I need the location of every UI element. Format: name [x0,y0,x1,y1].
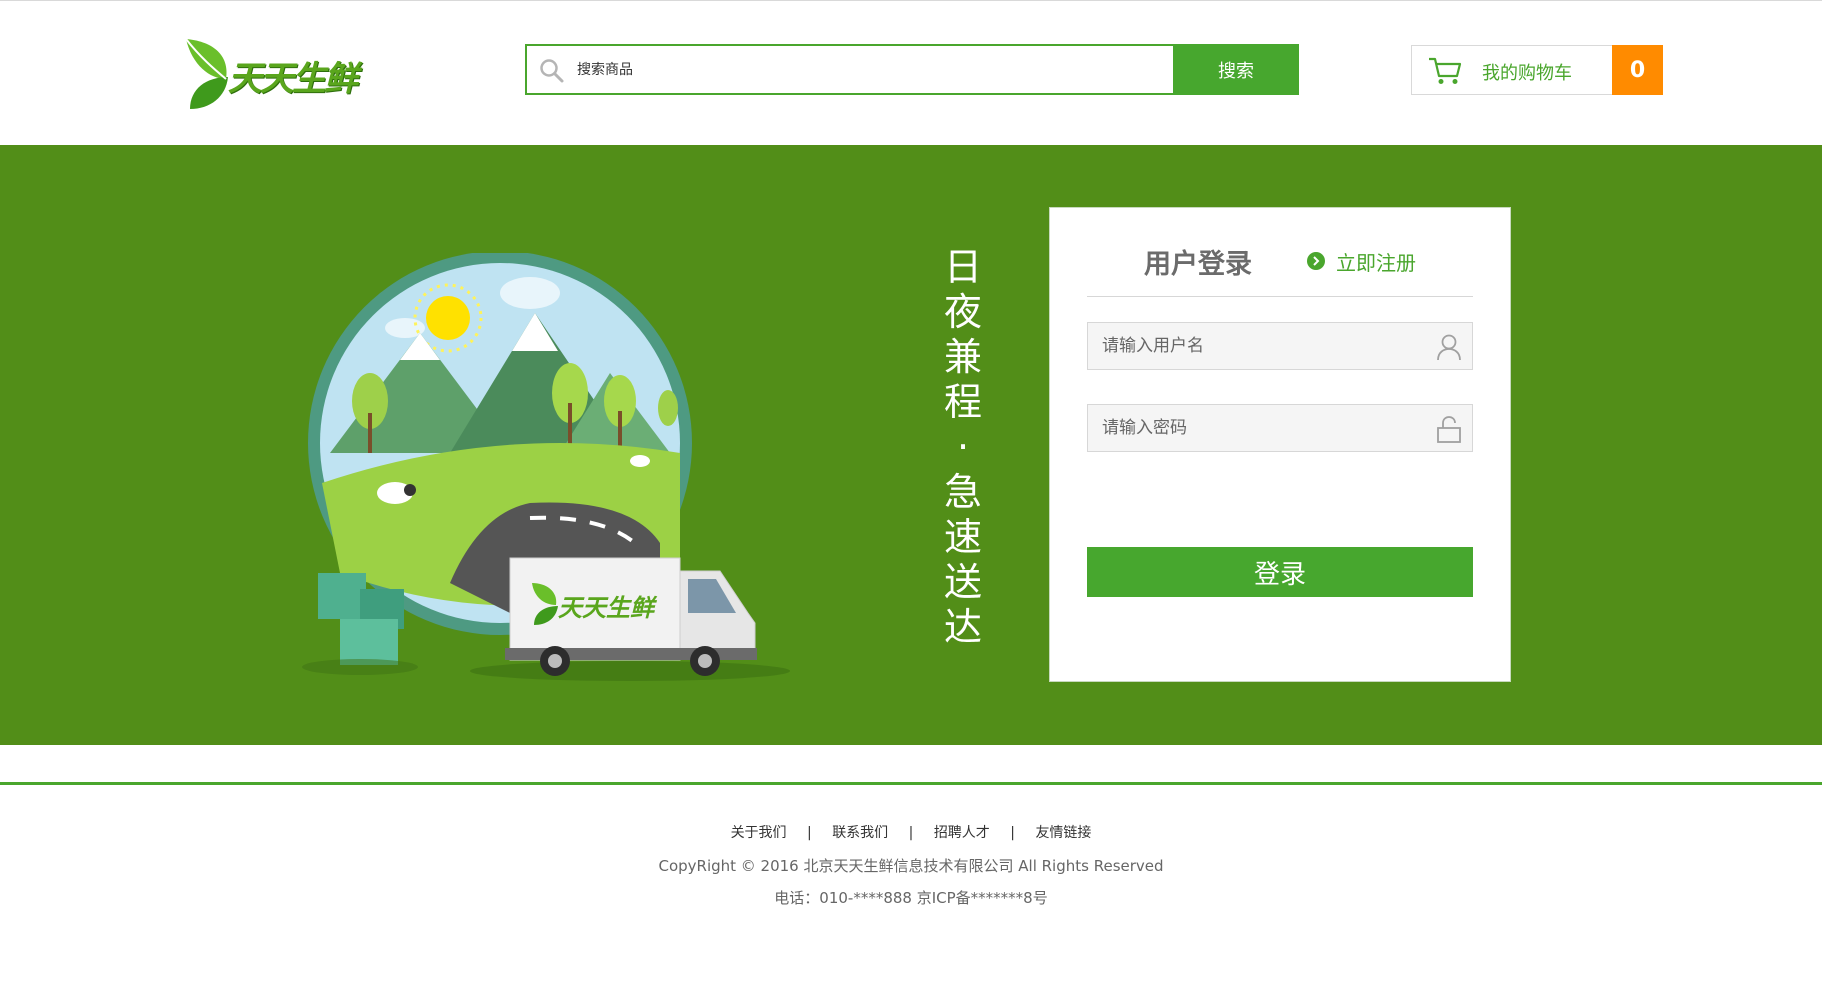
footer-link-friends[interactable]: 友情链接 [1035,825,1091,841]
username-input[interactable] [1088,323,1428,369]
username-field [1087,322,1473,370]
logo-text: 天天生鲜 [228,59,358,99]
delivery-truck-illustration: 天天生鲜 [302,253,790,681]
slogan-char: 日 [943,245,982,289]
footer-link-about[interactable]: 关于我们 [731,825,787,841]
slogan-char: 夜 [943,290,982,334]
login-banner: 天天生鲜 日 夜 兼 程 · 急 速 送 达 用户登录 立即注册 请输入用户名 … [0,145,1822,745]
password-field [1087,404,1473,452]
slogan-char: 送 [943,560,982,604]
cart-label: 我的购物车 [1482,63,1572,84]
slogan-char: 兼 [943,335,982,379]
footer-links: 关于我们 | 联系我们 | 招聘人才 | 友情链接 [0,822,1822,842]
shopping-cart-icon [1429,57,1462,84]
footer-separator: | [1010,825,1015,841]
footer-link-contact[interactable]: 联系我们 [832,825,888,841]
slogan: 日 夜 兼 程 · 急 速 送 达 [938,245,988,650]
search-button[interactable]: 搜索 [1173,44,1299,95]
search-bar: 搜索 [525,44,1299,95]
slogan-char: · [956,425,970,469]
site-header: 天天生鲜 搜索 我的购物车 0 [0,1,1822,145]
footer-link-careers[interactable]: 招聘人才 [934,825,990,841]
login-title: 用户登录 [1144,249,1252,280]
password-input[interactable] [1088,405,1428,451]
site-logo[interactable]: 天天生鲜 [180,35,376,115]
copyright-text: CopyRight © 2016 北京天天生鲜信息技术有限公司 All Righ… [658,857,1164,875]
search-input[interactable] [571,46,1251,93]
divider [1087,296,1473,297]
login-button[interactable]: 登录 [1087,547,1473,597]
footer-divider [0,782,1822,785]
register-label: 立即注册 [1336,250,1416,275]
slogan-char: 速 [943,515,982,559]
footer-separator: | [908,825,914,841]
login-form: 用户登录 立即注册 登录 [1049,207,1511,682]
user-icon [1437,334,1461,361]
shopping-cart[interactable]: 我的购物车 0 [1411,45,1663,95]
lock-icon [1437,416,1461,443]
slogan-char: 达 [943,605,982,649]
search-icon [540,59,564,83]
footer-separator: | [807,825,812,841]
arrow-circle-icon [1307,252,1325,270]
truck-logo-text: 天天生鲜 [558,594,658,622]
cart-count-badge: 0 [1612,45,1663,95]
contact-info: 电话：010-****888 京ICP备*******8号 [774,889,1048,907]
register-link[interactable]: 立即注册 [1306,246,1416,276]
slogan-char: 急 [943,470,982,514]
slogan-char: 程 [943,380,982,424]
